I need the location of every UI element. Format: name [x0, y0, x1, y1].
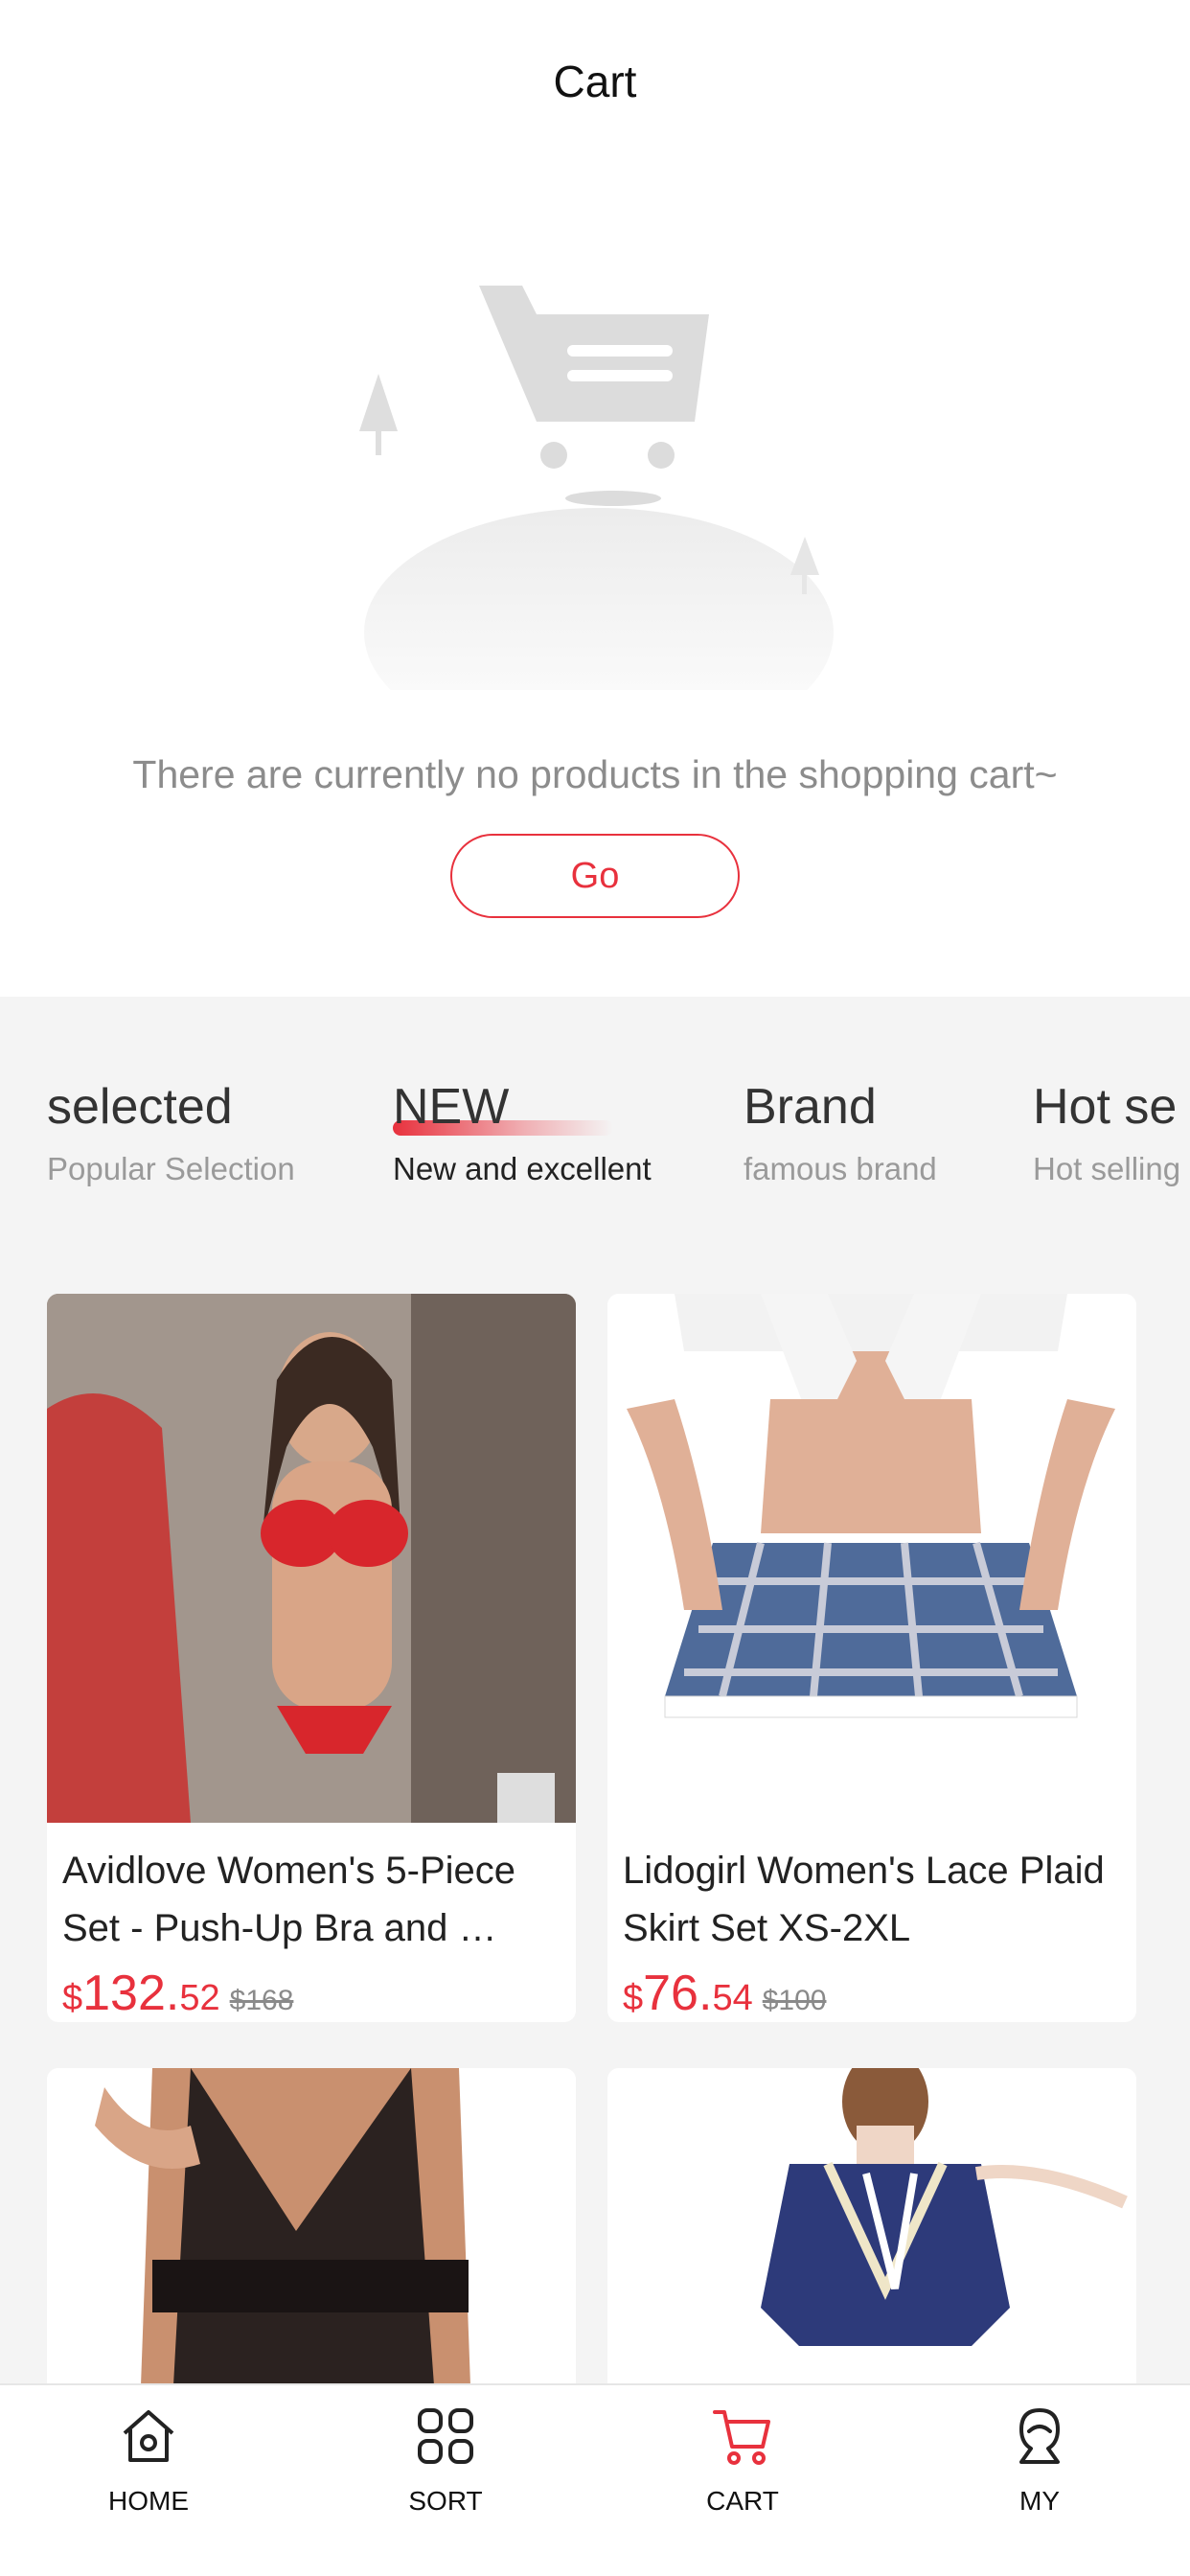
price-integer: 76.: [643, 1966, 713, 2021]
cart-icon: [713, 2410, 770, 2465]
tab-hot-selling[interactable]: Hot se Hot selling: [1033, 1078, 1180, 1187]
tab-title: selected: [47, 1079, 233, 1135]
tab-label: SORT: [408, 2486, 483, 2516]
category-tabs: selected Popular Selection NEW New and e…: [0, 1078, 1190, 1203]
red-lingerie-photo: [47, 1294, 576, 1823]
price-decimal: 52: [179, 1978, 220, 2018]
currency-symbol: $: [62, 1978, 83, 2018]
tab-title: Brand: [744, 1079, 877, 1135]
tab-new[interactable]: NEW New and excellent: [393, 1078, 652, 1187]
tab-brand[interactable]: Brand famous brand: [744, 1078, 937, 1187]
tab-sort[interactable]: SORT: [297, 2385, 594, 2576]
tab-subtitle: New and excellent: [393, 1151, 652, 1186]
tab-home[interactable]: HOME: [0, 2385, 297, 2576]
tab-label: HOME: [108, 2486, 189, 2516]
user-icon: [1019, 2408, 1060, 2464]
tab-cart[interactable]: CART: [594, 2385, 891, 2576]
original-price: $100: [762, 1985, 827, 2016]
empty-cart-message: There are currently no products in the s…: [132, 752, 1058, 796]
tab-title: NEW: [393, 1079, 510, 1135]
tab-subtitle: famous brand: [744, 1151, 937, 1186]
tab-label: MY: [1019, 2486, 1060, 2516]
tab-subtitle: Popular Selection: [47, 1151, 295, 1186]
recommendations-section: selected Popular Selection NEW New and e…: [0, 997, 1190, 2576]
product-card[interactable]: Avidlove Women's 5-Piece Set - Push-Up B…: [47, 1294, 576, 2022]
empty-cart-illustration: [359, 286, 834, 690]
tab-label: CART: [706, 2486, 779, 2516]
product-name[interactable]: Avidlove Women's 5-Piece Set - Push-Up B…: [62, 1842, 561, 1957]
product-name[interactable]: Lidogirl Women's Lace Plaid Skirt Set XS…: [623, 1842, 1121, 1957]
product-card[interactable]: Lidogirl Women's Lace Plaid Skirt Set XS…: [607, 1294, 1136, 2022]
tab-title: Hot se: [1033, 1079, 1178, 1135]
header: Cart: [0, 0, 1190, 172]
grid-icon: [418, 2408, 473, 2464]
tab-selected[interactable]: selected Popular Selection: [47, 1078, 295, 1187]
plaid-skirt-photo: [607, 1294, 1136, 1823]
bottom-tab-bar: HOME SORT CART MY: [0, 2383, 1190, 2576]
price-row: $132.52 $168: [62, 1965, 561, 2022]
original-price: $168: [229, 1985, 294, 2016]
product-image[interactable]: [47, 1294, 576, 1823]
tab-my[interactable]: MY: [891, 2385, 1188, 2576]
price-decimal: 54: [712, 1978, 753, 2018]
tab-subtitle: Hot selling: [1033, 1151, 1181, 1186]
product-image[interactable]: [607, 1294, 1136, 1823]
currency-symbol: $: [623, 1978, 644, 2018]
empty-cart-state: There are currently no products in the s…: [0, 172, 1190, 997]
page-title: Cart: [553, 57, 637, 106]
home-icon: [123, 2410, 174, 2462]
go-shopping-button[interactable]: Go: [450, 834, 740, 918]
price-row: $76.54 $100: [623, 1965, 1121, 2022]
price-integer: 132.: [82, 1966, 180, 2021]
